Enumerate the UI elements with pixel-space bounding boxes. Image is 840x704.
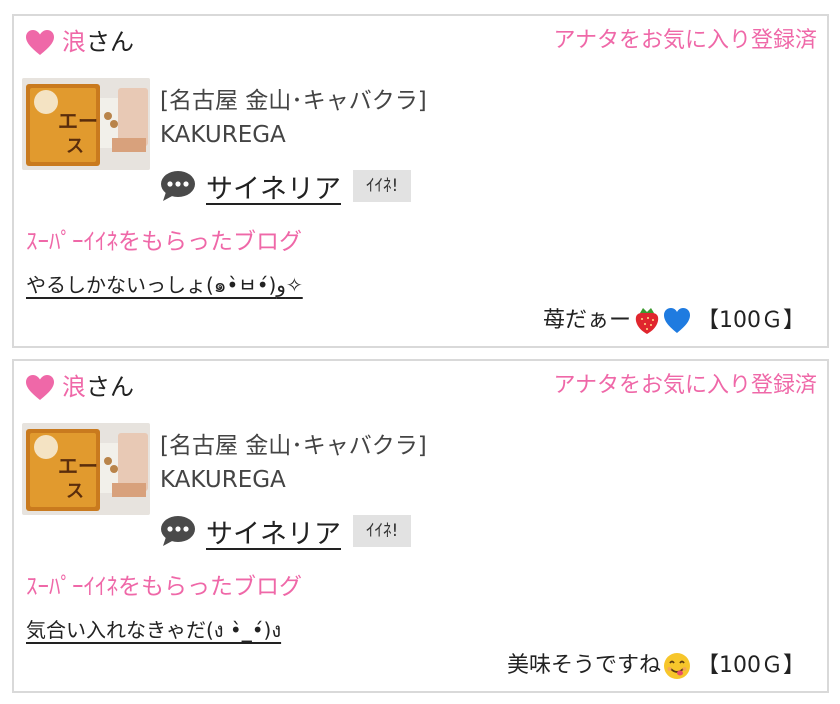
message-text: 美味そうですね — [506, 653, 661, 678]
cast-row: サイネリア ｲｲﾈ! — [160, 166, 412, 206]
shop-area: [名古屋 金山･キャバクラ] — [160, 88, 427, 114]
blue-heart-icon — [664, 308, 690, 333]
shop-area: [名古屋 金山･キャバクラ] — [160, 433, 427, 459]
super-iine-blog-heading: ｽｰﾊﾟｰｲｲﾈをもらったブログ — [26, 229, 302, 255]
chat-bubble-icon — [161, 516, 195, 546]
shop-info: [名古屋 金山･キャバクラ] KAKUREGA — [160, 429, 427, 497]
cast-thumbnail[interactable]: エー ス — [22, 78, 150, 170]
heart-icon — [26, 375, 54, 400]
cast-name-link[interactable]: サイネリア — [206, 167, 341, 206]
gift-message: 美味そうですね 【100Ｇ】 — [507, 649, 805, 683]
chat-bubble-icon — [161, 171, 195, 201]
honorific: さん — [86, 373, 134, 401]
yum-face-icon — [664, 653, 690, 679]
sender-nickname[interactable]: 浪さん — [62, 26, 134, 58]
gift-message: 苺だぁー 【100Ｇ】 — [543, 304, 805, 338]
svg-text:エー: エー — [58, 109, 98, 133]
favorite-status: アナタをお気に入り登録済 — [553, 373, 817, 398]
shop-name: KAKUREGA — [160, 122, 286, 148]
svg-text:ス: ス — [66, 136, 84, 157]
gift-price: 【100Ｇ】 — [697, 308, 805, 333]
gift-price: 【100Ｇ】 — [697, 653, 805, 678]
favorite-status: アナタをお気に入り登録済 — [553, 28, 817, 53]
iine-button[interactable]: ｲｲﾈ! — [353, 170, 412, 202]
cast-name-link[interactable]: サイネリア — [206, 512, 341, 551]
shop-info: [名古屋 金山･キャバクラ] KAKUREGA — [160, 84, 427, 152]
sender-name[interactable]: 浪 — [62, 28, 86, 56]
message-text: 苺だぁー — [542, 308, 631, 333]
gift-card: 浪さん アナタをお気に入り登録済 エー ス [名古屋 金山･キャバクラ] KAK… — [12, 14, 829, 348]
shop-name: KAKUREGA — [160, 467, 286, 493]
sender-name[interactable]: 浪 — [62, 373, 86, 401]
gift-card: 浪さん アナタをお気に入り登録済 エー ス [名古屋 金山･キャバクラ] KAK… — [12, 359, 829, 693]
cast-row: サイネリア ｲｲﾈ! — [160, 511, 412, 551]
super-iine-blog-heading: ｽｰﾊﾟｰｲｲﾈをもらったブログ — [26, 574, 302, 600]
honorific: さん — [86, 28, 134, 56]
svg-text:エー: エー — [58, 454, 98, 478]
cast-thumbnail[interactable]: エー ス — [22, 423, 150, 515]
heart-icon — [26, 30, 54, 55]
sender-nickname[interactable]: 浪さん — [62, 371, 134, 403]
svg-text:ス: ス — [66, 481, 84, 502]
blog-title-link[interactable]: 気合い入れなきゃだ(ง •̀_•́)ง — [26, 615, 281, 645]
iine-button[interactable]: ｲｲﾈ! — [353, 515, 412, 547]
blog-title-link[interactable]: やるしかないっしょ(๑•̀ㅂ•́)و✧ — [26, 270, 303, 300]
strawberry-icon — [635, 308, 659, 334]
